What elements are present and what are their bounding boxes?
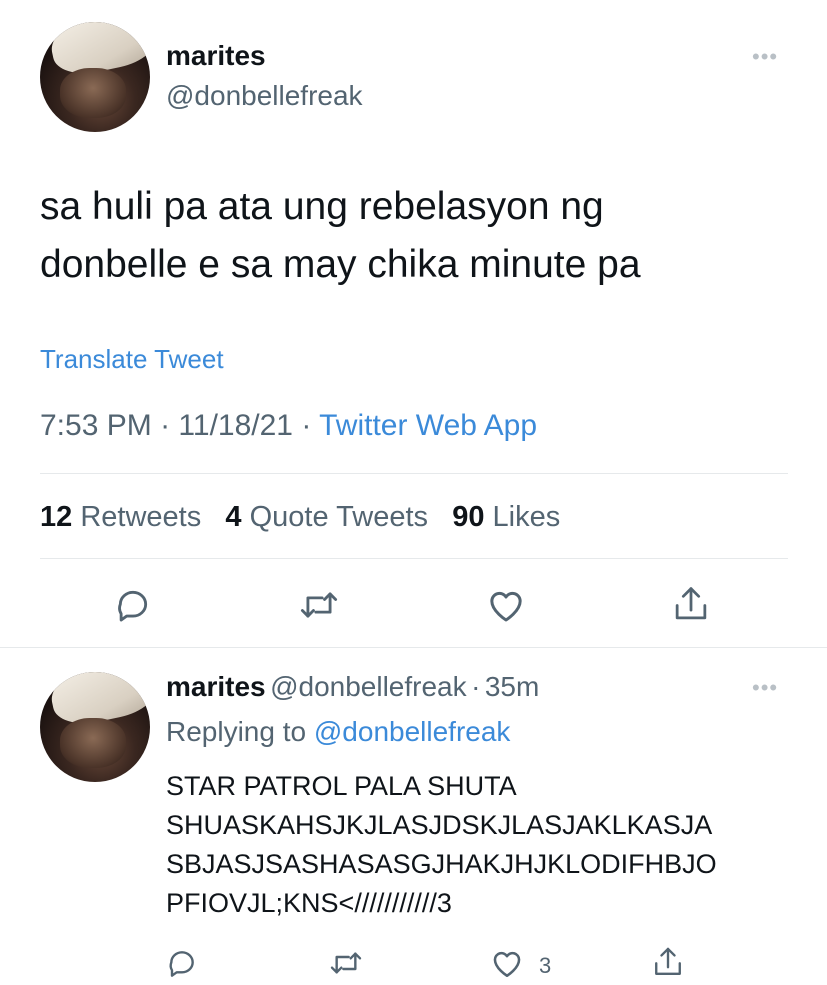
replying-to: Replying to @donbellefreak: [166, 716, 510, 748]
user-handle[interactable]: @donbellefreak: [166, 80, 363, 112]
reply-age[interactable]: 35m: [485, 671, 539, 702]
meta-separator: ·: [160, 409, 171, 442]
tweet-text: sa huli pa ata ung rebelasyon ng donbell…: [40, 178, 641, 294]
reply-separator: ·: [471, 671, 481, 702]
like-icon[interactable]: [486, 586, 526, 624]
reply-icon[interactable]: [114, 586, 152, 624]
quotes-label: Quote Tweets: [249, 501, 429, 533]
tweet-time[interactable]: 7:53 PM: [40, 409, 152, 442]
reply-more-options-icon[interactable]: •••: [752, 677, 778, 699]
reply-text-line: STAR PATROL PALA SHUTA: [166, 771, 517, 801]
retweet-icon[interactable]: [298, 586, 340, 624]
replying-to-handle[interactable]: @donbellefreak: [314, 716, 511, 747]
reply-avatar[interactable]: [40, 672, 150, 782]
reply-text: STAR PATROL PALA SHUTA SHUASKAHSJKJLASJD…: [166, 767, 717, 923]
tweet-text-line: sa huli pa ata ung rebelasyon ng: [40, 185, 604, 228]
reply-display-name[interactable]: marites: [166, 671, 266, 702]
reply-like-icon[interactable]: [490, 947, 524, 979]
retweets-label: Retweets: [80, 501, 202, 533]
retweets-stat[interactable]: 12 Retweets: [40, 501, 209, 533]
reply-retweet-icon[interactable]: [328, 947, 364, 979]
tweet-source-link[interactable]: Twitter Web App: [319, 409, 537, 442]
translate-tweet-link[interactable]: Translate Tweet: [40, 344, 224, 375]
avatar[interactable]: [40, 22, 150, 132]
reply-user-handle[interactable]: @donbellefreak: [270, 671, 467, 702]
tweet-text-line: donbelle e sa may chika minute pa: [40, 243, 641, 286]
engagement-stats: 12 Retweets 4 Quote Tweets 90 Likes: [40, 501, 560, 534]
divider: [40, 473, 788, 474]
likes-stat[interactable]: 90 Likes: [452, 501, 560, 533]
reply-like-count: 3: [539, 953, 552, 978]
likes-count: 90: [452, 501, 485, 533]
divider: [0, 647, 827, 648]
quote-tweets-stat[interactable]: 4 Quote Tweets: [225, 501, 436, 533]
reply-text-line: PFIOVJL;KNS<///////////3: [166, 888, 452, 918]
reply-text-line: SBJASJSASHASASGJHAKJHJKLODIFHBJO: [166, 849, 717, 879]
reply-reply-icon[interactable]: [166, 947, 198, 979]
meta-separator: ·: [301, 409, 312, 442]
tweet-date[interactable]: 11/18/21: [178, 409, 293, 442]
reply-share-icon[interactable]: [652, 945, 684, 979]
replying-to-prefix: Replying to: [166, 716, 307, 747]
divider: [40, 558, 788, 559]
reply-text-line: SHUASKAHSJKJLASJDSKJLASJAKLKASJA: [166, 810, 713, 840]
tweet-meta: 7:53 PM · 11/18/21 · Twitter Web App: [40, 409, 537, 443]
more-options-icon[interactable]: •••: [752, 46, 778, 68]
reply-header: marites @donbellefreak · 35m: [166, 671, 539, 703]
quotes-count: 4: [225, 501, 242, 533]
likes-label: Likes: [492, 501, 561, 533]
display-name[interactable]: marites: [166, 40, 266, 72]
retweets-count: 12: [40, 501, 73, 533]
share-icon[interactable]: [672, 584, 710, 624]
